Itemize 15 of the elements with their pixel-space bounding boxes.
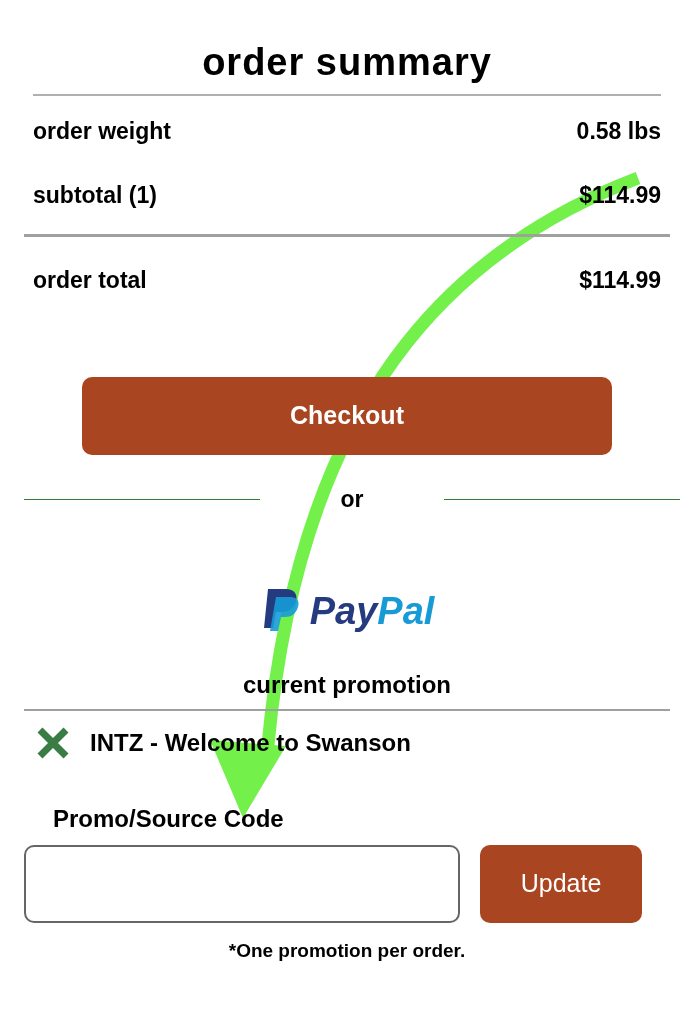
total-value: $114.99 bbox=[579, 265, 661, 295]
summary-value: 0.58 lbs bbox=[576, 116, 661, 146]
summary-label: subtotal (1) bbox=[33, 180, 157, 210]
summary-label: order weight bbox=[33, 116, 171, 146]
promo-field-label: Promo/Source Code bbox=[53, 804, 285, 834]
promotion-note: *One promotion per order. bbox=[228, 939, 466, 963]
summary-title: order summary bbox=[202, 40, 492, 85]
checkout-button[interactable]: Checkout bbox=[82, 377, 612, 455]
remove-icon[interactable] bbox=[36, 726, 70, 760]
total-label: order total bbox=[33, 265, 147, 295]
promo-code-field[interactable] bbox=[24, 845, 460, 923]
update-button[interactable]: Update bbox=[480, 845, 642, 923]
or-divider-text: or bbox=[339, 484, 365, 514]
paypal-label: PayPal bbox=[309, 588, 435, 634]
paypal-button[interactable]: PayPal bbox=[255, 585, 439, 637]
